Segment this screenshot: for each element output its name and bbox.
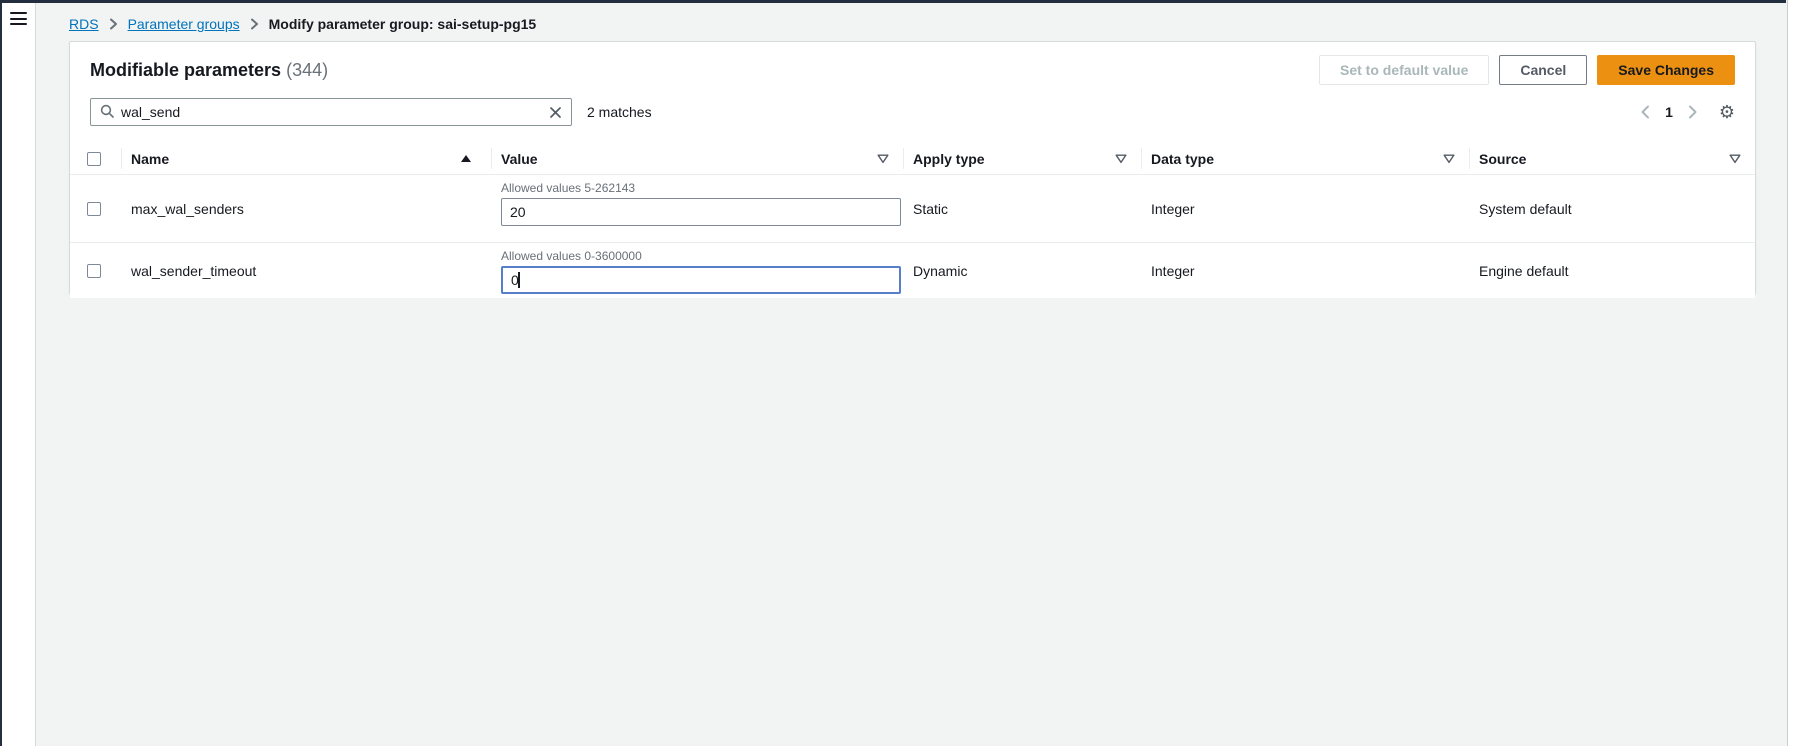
collapsed-sidebar	[2, 3, 36, 746]
table-header-row: Name Value Apply type Data type	[70, 143, 1755, 175]
parameter-value-cell: Allowed values 0-3600000	[491, 243, 903, 298]
select-all-cell	[70, 143, 121, 174]
match-count: 2 matches	[587, 104, 652, 120]
next-page-icon[interactable]	[1688, 105, 1698, 119]
previous-page-icon[interactable]	[1640, 105, 1650, 119]
apply-type-value: Dynamic	[903, 243, 1141, 298]
data-type-value: Integer	[1141, 175, 1469, 242]
parameters-card: Modifiable parameters (344) Set to defau…	[69, 41, 1756, 294]
row-checkbox[interactable]	[87, 264, 101, 278]
parameters-table: Name Value Apply type Data type	[70, 143, 1755, 298]
pagination: 1 ⚙	[1640, 103, 1735, 121]
breadcrumb-link-rds[interactable]: RDS	[69, 16, 99, 32]
column-header-source: Source	[1469, 143, 1755, 174]
parameter-name: max_wal_senders	[121, 175, 491, 242]
chevron-right-icon	[250, 18, 259, 30]
breadcrumb-link-parameter-groups[interactable]: Parameter groups	[128, 16, 240, 32]
row-checkbox[interactable]	[87, 202, 101, 216]
value-input-max-wal-senders[interactable]	[501, 198, 901, 226]
filter-icon[interactable]	[877, 154, 889, 164]
card-header: Modifiable parameters (344) Set to defau…	[70, 42, 1755, 85]
value-input-wal-sender-timeout[interactable]	[501, 266, 901, 294]
clear-search-icon[interactable]	[549, 106, 562, 119]
parameter-search-box[interactable]	[90, 98, 572, 126]
cancel-button[interactable]: Cancel	[1499, 55, 1587, 85]
column-header-value: Value	[491, 143, 903, 174]
save-changes-button[interactable]: Save Changes	[1597, 55, 1735, 85]
filter-icon[interactable]	[1443, 154, 1455, 164]
filter-icon[interactable]	[1729, 154, 1741, 164]
sort-ascending-icon	[461, 155, 471, 162]
parameter-name: wal_sender_timeout	[121, 243, 491, 298]
preferences-gear-icon[interactable]: ⚙	[1719, 103, 1735, 121]
main-content: RDS Parameter groups Modify parameter gr…	[37, 3, 1786, 294]
table-row: max_wal_senders Allowed values 5-262143 …	[70, 175, 1755, 243]
column-header-data-type: Data type	[1141, 143, 1469, 174]
chevron-right-icon	[109, 18, 118, 30]
header-actions: Set to default value Cancel Save Changes	[1319, 55, 1735, 85]
row-select-cell	[70, 243, 121, 298]
page-title-text: Modifiable parameters	[90, 60, 281, 80]
set-to-default-button[interactable]: Set to default value	[1319, 55, 1489, 85]
text-cursor	[518, 272, 520, 288]
apply-type-value: Static	[903, 175, 1141, 242]
search-icon	[100, 104, 114, 121]
allowed-values-hint: Allowed values 5-262143	[501, 182, 635, 194]
source-value: System default	[1469, 175, 1755, 242]
source-value: Engine default	[1469, 243, 1755, 298]
current-page-number[interactable]: 1	[1665, 104, 1673, 120]
filter-icon[interactable]	[1115, 154, 1127, 164]
parameter-count: (344)	[286, 60, 328, 80]
breadcrumb-current: Modify parameter group: sai-setup-pg15	[269, 16, 537, 32]
right-edge-panel	[1787, 0, 1800, 746]
page-title: Modifiable parameters (344)	[90, 60, 328, 81]
column-header-name[interactable]: Name	[121, 143, 491, 174]
search-input[interactable]	[121, 104, 542, 120]
hamburger-menu-icon[interactable]	[10, 12, 27, 25]
data-type-value: Integer	[1141, 243, 1469, 298]
allowed-values-hint: Allowed values 0-3600000	[501, 250, 642, 262]
column-header-apply-type: Apply type	[903, 143, 1141, 174]
parameter-value-cell: Allowed values 5-262143	[491, 175, 903, 242]
table-toolbar: 2 matches 1 ⚙	[70, 85, 1755, 126]
select-all-checkbox[interactable]	[87, 152, 101, 166]
row-select-cell	[70, 175, 121, 242]
table-row: wal_sender_timeout Allowed values 0-3600…	[70, 243, 1755, 298]
breadcrumb: RDS Parameter groups Modify parameter gr…	[69, 16, 1786, 32]
